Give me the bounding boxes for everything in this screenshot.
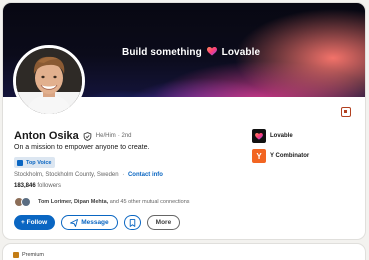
contact-info-link[interactable]: Contact info: [128, 172, 163, 178]
mutual-names: Tom Lorimer, Dipan Mehta,: [38, 199, 109, 205]
top-voice-badge[interactable]: Top Voice: [14, 157, 56, 168]
followers-label: followers: [37, 183, 62, 189]
profile-headline: On a mission to empower anyone to create…: [14, 144, 150, 151]
verified-shield-icon[interactable]: [83, 131, 92, 141]
location-row: Stockholm, Stockholm County, Sweden · Co…: [14, 172, 163, 178]
profile-name: Anton Osika: [14, 130, 79, 142]
banner-brand: Lovable: [221, 47, 261, 58]
company-page-icon[interactable]: [341, 107, 351, 117]
avatar: [21, 197, 31, 207]
connection-degree: · 2nd: [117, 133, 132, 139]
send-icon: [70, 218, 79, 227]
followers-count[interactable]: 183,846 followers: [14, 183, 61, 189]
education-y-combinator[interactable]: Y Y Combinator: [252, 149, 309, 163]
more-button[interactable]: More: [146, 215, 181, 230]
message-label: Message: [81, 219, 109, 226]
profile-actions: + Follow Message More: [14, 215, 181, 230]
message-button[interactable]: Message: [61, 215, 118, 230]
badge-label: Top Voice: [26, 159, 52, 166]
profile-location: Stockholm, Stockholm County, Sweden: [14, 172, 119, 178]
bookmark-icon: [129, 218, 135, 227]
profile-card: Build something Lovable Anton Osika He/H…: [3, 3, 365, 239]
banner-text: Build something Lovable: [122, 47, 260, 58]
name-row: Anton Osika He/Him · 2nd: [14, 130, 132, 142]
premium-label: Premium: [22, 252, 45, 258]
premium-row[interactable]: Premium: [13, 252, 44, 258]
mutual-connections[interactable]: Tom Lorimer, Dipan Mehta, and 45 other m…: [14, 197, 190, 207]
heart-icon: [255, 132, 263, 140]
school-name: Y Combinator: [270, 153, 310, 159]
banner-prefix: Build something: [122, 47, 202, 58]
pronouns: He/Him: [95, 133, 116, 139]
followers-number: 183,846: [14, 183, 36, 189]
mutual-connections-text: Tom Lorimer, Dipan Mehta, and 45 other m…: [38, 199, 190, 205]
separator: ·: [122, 172, 125, 178]
avatar-photo: [16, 48, 82, 114]
mutual-rest: and 45 other mutual connections: [109, 199, 190, 205]
top-voice-icon: [17, 159, 23, 166]
premium-icon: [13, 252, 19, 258]
y-combinator-logo-icon: Y: [252, 149, 266, 163]
mutual-avatars: [14, 197, 38, 207]
current-company-lovable[interactable]: Lovable: [252, 129, 293, 143]
next-section-card: Premium: [3, 244, 365, 260]
profile-avatar[interactable]: [13, 45, 85, 117]
follow-button[interactable]: + Follow: [14, 215, 56, 230]
heart-icon: [206, 47, 217, 56]
company-name: Lovable: [270, 133, 293, 139]
lovable-logo-icon: [252, 129, 266, 143]
save-button[interactable]: [123, 215, 141, 230]
